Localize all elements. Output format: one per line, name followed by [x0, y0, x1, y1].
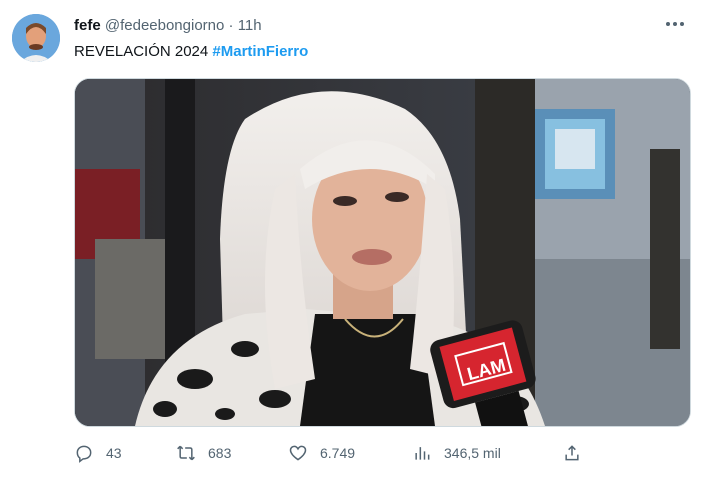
retweet-button[interactable]: 683	[176, 440, 231, 466]
avatar[interactable]	[12, 14, 60, 62]
author-handle[interactable]: @fedeebongiorno	[105, 17, 225, 34]
views-count: 346,5 mil	[444, 445, 501, 461]
more-options-button[interactable]	[661, 14, 689, 36]
like-count: 6.749	[320, 445, 356, 461]
reply-count: 43	[106, 445, 122, 461]
reply-icon	[76, 445, 92, 463]
tweet-media[interactable]: LAM	[74, 78, 691, 427]
like-button[interactable]: 6.749	[288, 440, 355, 466]
tweet-actions: 43 683 6.749 346,5 mil	[74, 440, 674, 466]
tweet-body: REVELACIÓN 2024	[74, 43, 213, 60]
reply-button[interactable]: 43	[74, 440, 122, 466]
retweet-icon	[177, 445, 195, 461]
heart-icon	[289, 445, 307, 461]
views-chart-icon	[415, 447, 430, 460]
views-button[interactable]: 346,5 mil	[412, 440, 501, 466]
avatar-image	[12, 14, 60, 62]
separator-dot: ·	[228, 17, 234, 34]
hashtag-link[interactable]: #MartinFierro	[212, 43, 308, 60]
tweet-header: fefe @fedeebongiorno · 11h	[74, 16, 262, 36]
share-button[interactable]	[562, 440, 582, 466]
retweet-count: 683	[208, 445, 232, 461]
media-image: LAM	[75, 79, 690, 426]
more-dots-icon	[666, 22, 684, 26]
tweet-text: REVELACIÓN 2024 #MartinFierro	[74, 42, 308, 62]
author-name[interactable]: fefe	[74, 17, 101, 34]
tweet-time[interactable]: 11h	[238, 17, 262, 34]
share-icon	[565, 445, 579, 461]
